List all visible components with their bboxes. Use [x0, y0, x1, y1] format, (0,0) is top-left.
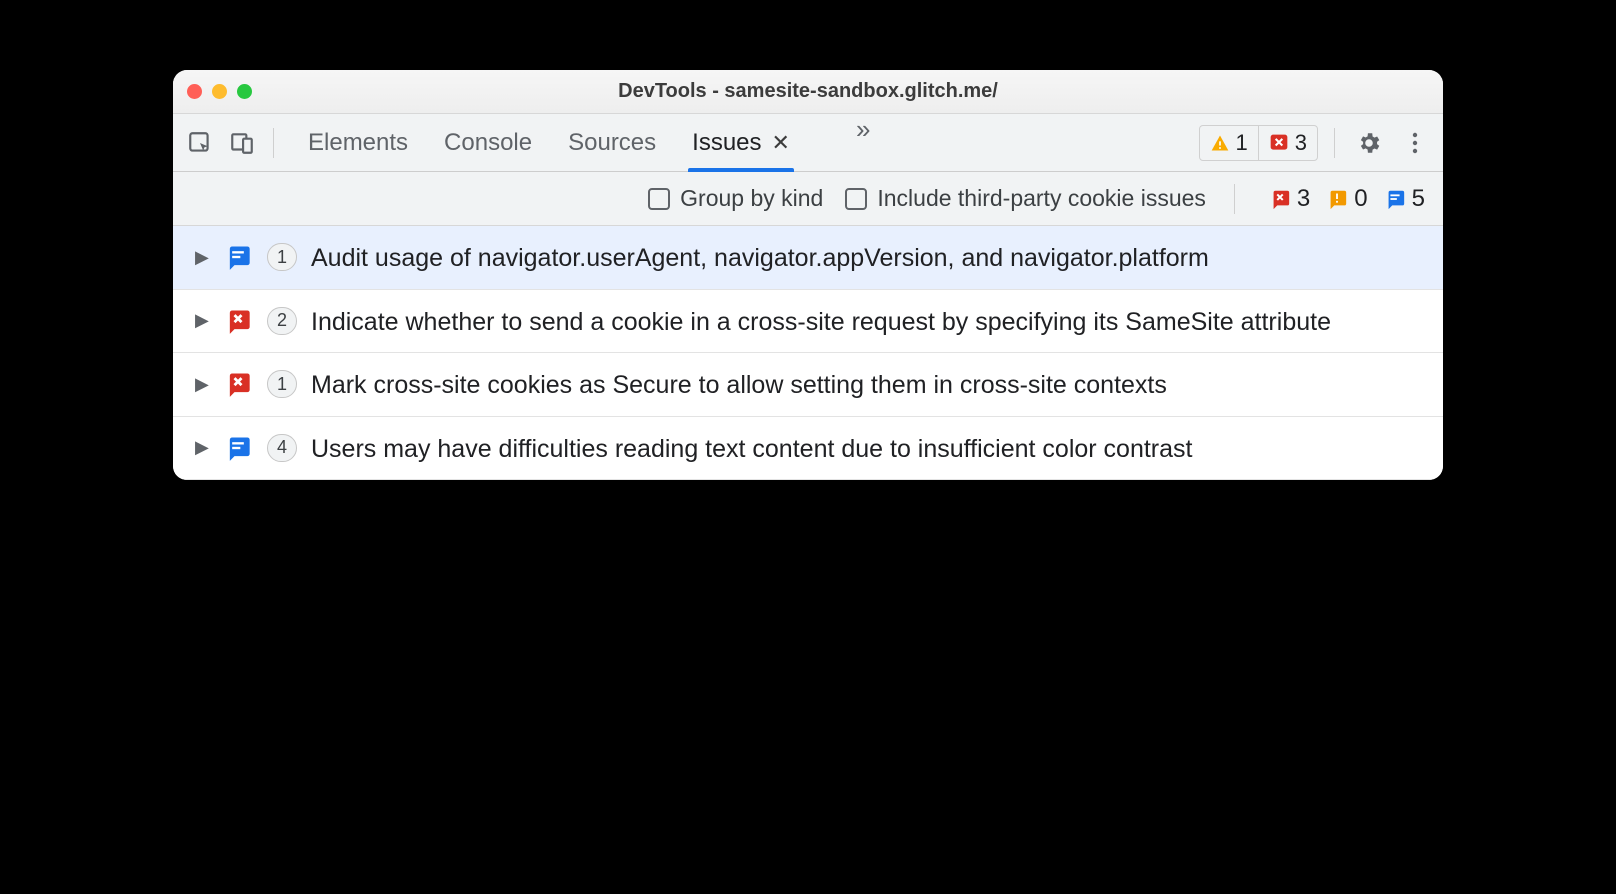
- inspect-element-icon[interactable]: [183, 126, 217, 160]
- error-icon: [223, 369, 253, 399]
- expand-caret-icon[interactable]: ▶: [195, 246, 209, 269]
- info-count[interactable]: 5: [1384, 185, 1425, 213]
- tab-issues[interactable]: Issues ✕: [692, 114, 790, 171]
- errors-count[interactable]: 3: [1269, 185, 1310, 213]
- expand-caret-icon[interactable]: ▶: [195, 436, 209, 459]
- issue-title: Audit usage of navigator.userAgent, navi…: [311, 240, 1425, 275]
- checkbox-label: Include third-party cookie issues: [877, 185, 1206, 212]
- warning-count: 1: [1236, 130, 1248, 156]
- issue-title: Indicate whether to send a cookie in a c…: [311, 304, 1425, 339]
- zoom-window-button[interactable]: [237, 84, 252, 99]
- checkbox-label: Group by kind: [680, 185, 823, 212]
- expand-caret-icon[interactable]: ▶: [195, 309, 209, 332]
- tab-label: Sources: [568, 129, 656, 157]
- close-tab-icon[interactable]: ✕: [772, 130, 790, 156]
- info-icon: [223, 433, 253, 463]
- group-by-kind-checkbox[interactable]: Group by kind: [648, 185, 823, 212]
- tab-sources[interactable]: Sources: [568, 114, 656, 171]
- traffic-lights: [187, 84, 252, 99]
- issue-count-pill: 1: [267, 370, 297, 398]
- close-window-button[interactable]: [187, 84, 202, 99]
- warning-badge: 1: [1200, 126, 1258, 160]
- titlebar: DevTools - samesite-sandbox.glitch.me/: [173, 70, 1443, 114]
- device-toolbar-icon[interactable]: [225, 126, 259, 160]
- tab-elements[interactable]: Elements: [308, 114, 408, 171]
- include-third-party-checkbox[interactable]: Include third-party cookie issues: [845, 185, 1206, 212]
- issue-row[interactable]: ▶ 4 Users may have difficulties reading te…: [173, 417, 1443, 481]
- count-value: 5: [1412, 185, 1425, 213]
- divider: [1334, 128, 1335, 158]
- more-tabs-icon[interactable]: »: [856, 114, 870, 171]
- issue-row[interactable]: ▶ 1 Mark cross-site cookies as Secure to a…: [173, 353, 1443, 417]
- devtools-window: DevTools - samesite-sandbox.glitch.me/ E…: [173, 70, 1443, 480]
- info-icon: [223, 242, 253, 272]
- toolbar-right: 1 3: [1199, 125, 1434, 161]
- issue-count-pill: 2: [267, 307, 297, 335]
- error-count: 3: [1295, 130, 1307, 156]
- settings-icon[interactable]: [1351, 125, 1387, 161]
- minimize-window-button[interactable]: [212, 84, 227, 99]
- issue-title: Mark cross-site cookies as Secure to all…: [311, 367, 1425, 402]
- checkbox-icon: [845, 188, 867, 210]
- issue-title: Users may have difficulties reading text…: [311, 431, 1425, 466]
- expand-caret-icon[interactable]: ▶: [195, 373, 209, 396]
- issue-count-pill: 4: [267, 434, 297, 462]
- issue-kind-counts: 3 0 5: [1269, 185, 1425, 213]
- more-menu-icon[interactable]: [1397, 125, 1433, 161]
- checkbox-icon: [648, 188, 670, 210]
- warnings-count[interactable]: 0: [1326, 185, 1367, 213]
- error-icon: [223, 306, 253, 336]
- main-toolbar: Elements Console Sources Issues ✕ » 1 3: [173, 114, 1443, 172]
- issue-count-pill: 1: [267, 243, 297, 271]
- tab-label: Issues: [692, 129, 761, 157]
- count-value: 3: [1297, 185, 1310, 213]
- issues-list: ▶ 1 Audit usage of navigator.userAgent, na…: [173, 226, 1443, 480]
- count-value: 0: [1354, 185, 1367, 213]
- error-badge: 3: [1258, 126, 1317, 160]
- tab-label: Console: [444, 129, 532, 157]
- issues-toolbar: Group by kind Include third-party cookie…: [173, 172, 1443, 226]
- divider: [1234, 184, 1235, 214]
- tab-console[interactable]: Console: [444, 114, 532, 171]
- panel-tabs: Elements Console Sources Issues ✕ »: [308, 114, 870, 171]
- issue-row[interactable]: ▶ 1 Audit usage of navigator.userAgent, na…: [173, 226, 1443, 290]
- issue-counter[interactable]: 1 3: [1199, 125, 1319, 161]
- tab-label: Elements: [308, 129, 408, 157]
- issue-row[interactable]: ▶ 2 Indicate whether to send a cookie in a…: [173, 290, 1443, 354]
- divider: [273, 128, 274, 158]
- window-title: DevTools - samesite-sandbox.glitch.me/: [173, 80, 1443, 103]
